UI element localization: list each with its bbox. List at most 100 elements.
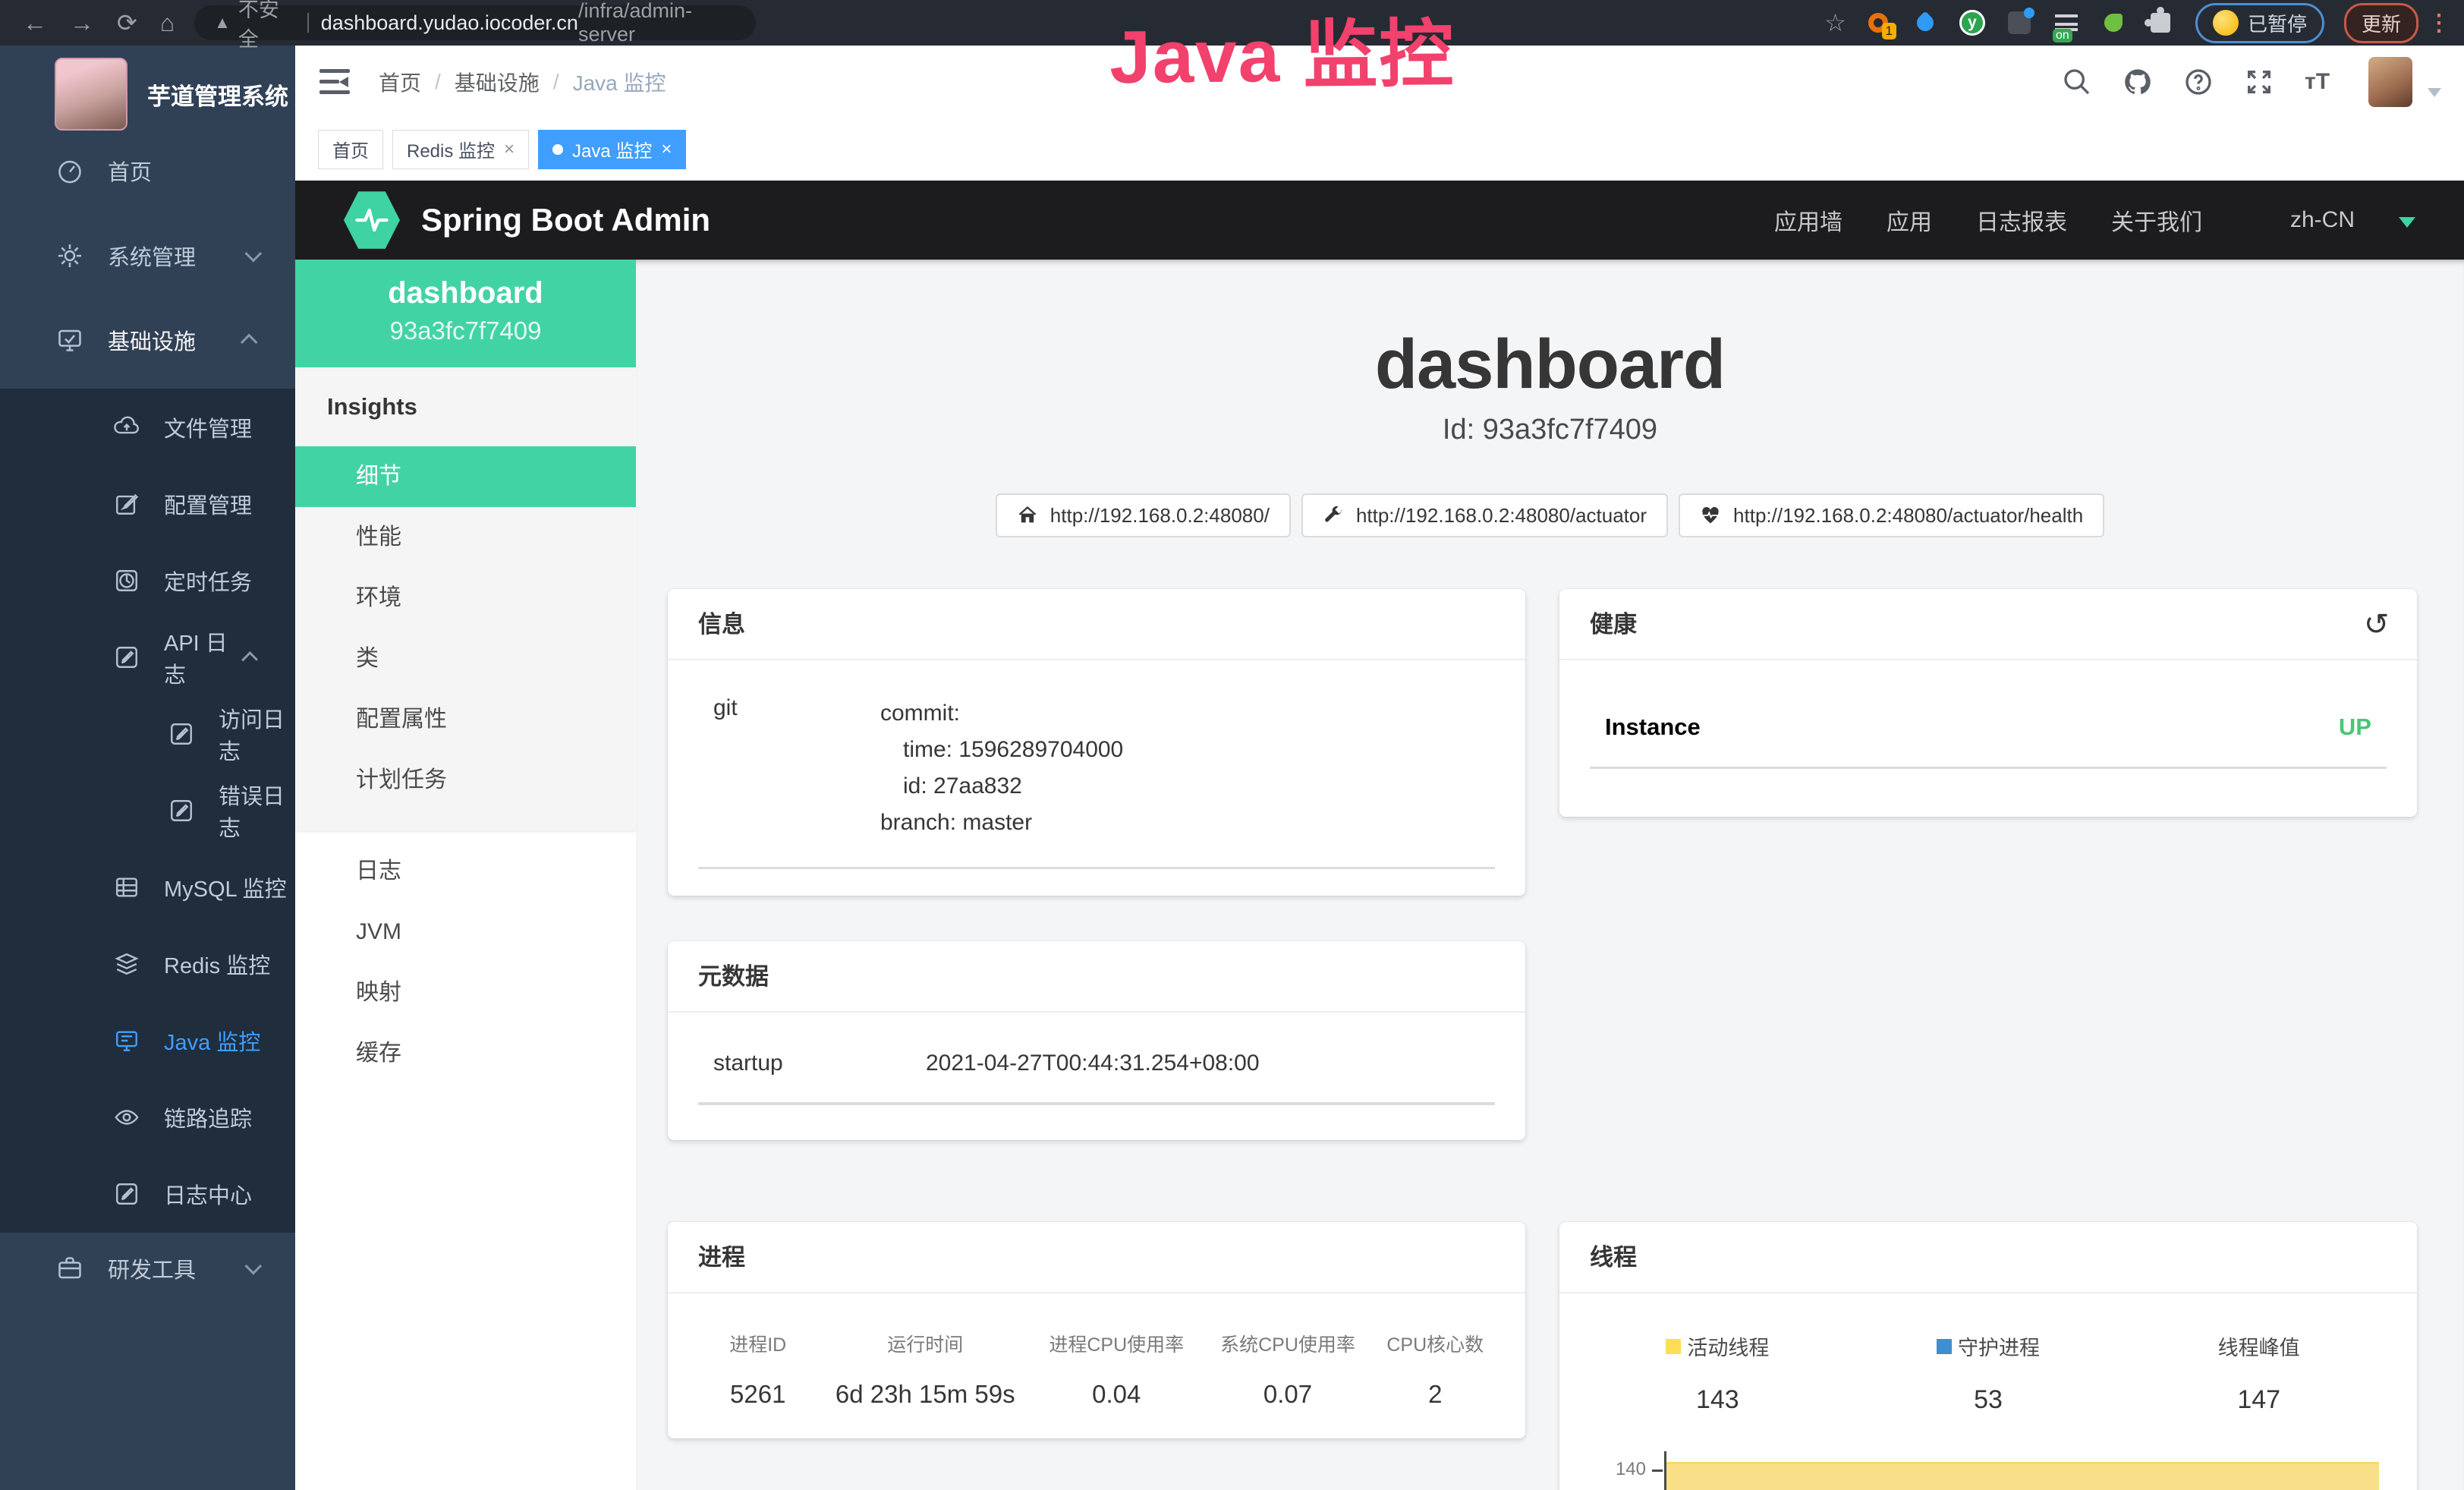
sidebar-item-redis[interactable]: Redis 监控	[0, 925, 295, 1002]
sidebar-item-devtools[interactable]: 研发工具	[0, 1237, 295, 1299]
sba-item-details[interactable]: 细节	[295, 446, 636, 507]
sidebar-item-home[interactable]: 首页	[0, 140, 295, 202]
instance-name: dashboard	[295, 276, 636, 310]
close-icon[interactable]: ×	[504, 139, 515, 160]
instance-header[interactable]: dashboard 93a3fc7f7409	[295, 260, 636, 367]
user-menu-caret-icon[interactable]	[2428, 88, 2441, 97]
metadata-card: 元数据 startup 2021-04-27T00:44:31.254+08:0…	[668, 941, 1525, 1140]
live-threads-value: 143	[1582, 1385, 1853, 1415]
gear-icon	[56, 242, 83, 269]
sidebar-item-infra[interactable]: 基础设施	[0, 309, 295, 371]
help-icon[interactable]	[2183, 67, 2214, 97]
sidebar-item-job[interactable]: 定时任务	[0, 542, 295, 619]
nav-applications[interactable]: 应用	[1887, 203, 1932, 237]
sba-item-configprops[interactable]: 配置属性	[295, 689, 636, 750]
sba-item-mappings[interactable]: 映射	[295, 962, 636, 1023]
sba-item-scheduled[interactable]: 计划任务	[295, 750, 636, 811]
info-card-title: 信息	[668, 589, 1525, 660]
close-icon[interactable]: ×	[661, 139, 672, 160]
back-icon[interactable]: ←	[23, 0, 47, 46]
browser-actions: ☆ 1 y on 已暂停 更新 ⋮	[1824, 0, 2450, 46]
sba-item-classes[interactable]: 类	[295, 628, 636, 689]
sidebar-item-trace[interactable]: 链路追踪	[0, 1079, 295, 1155]
sidebar-item-mysql[interactable]: MySQL 监控	[0, 849, 295, 925]
cloud-upload-icon	[114, 414, 140, 440]
extension-leaf-icon[interactable]	[2098, 8, 2129, 38]
update-button[interactable]: 更新	[2344, 3, 2418, 43]
tab-java[interactable]: Java 监控×	[538, 130, 686, 169]
divider	[307, 13, 309, 33]
sidebar-item-config[interactable]: 配置管理	[0, 465, 295, 542]
forward-icon[interactable]: →	[70, 0, 94, 46]
home-icon	[1017, 505, 1038, 526]
breadcrumb-home[interactable]: 首页	[379, 67, 421, 97]
layers-icon	[114, 951, 140, 977]
header-actions: ᴛT	[2031, 57, 2441, 107]
log-edit-icon	[168, 721, 194, 747]
screen: ← → ⟳ ⌂ ▲ 不安全 dashboard.yudao.iocoder.cn…	[0, 0, 2464, 1490]
collapse-sidebar-icon[interactable]	[319, 69, 350, 95]
process-card: 进程 进程ID5261 运行时间6d 23h 15m 59s 进程CPU使用率0…	[668, 1222, 1525, 1438]
github-icon[interactable]	[2123, 67, 2153, 97]
sidebar-item-java[interactable]: Java 监控	[0, 1002, 295, 1079]
service-url-button[interactable]: http://192.168.0.2:48080/	[996, 493, 1291, 537]
history-icon[interactable]: ↻	[2364, 589, 2390, 660]
sidebar-item-access-log[interactable]: 访问日志	[0, 695, 295, 772]
extension-colab-icon[interactable]: 1	[1863, 8, 1893, 38]
briefcase-icon	[56, 1255, 83, 1282]
sba-item-caches[interactable]: 缓存	[295, 1023, 636, 1084]
legend-swatch-daemon	[1937, 1339, 1952, 1354]
sidebar-item-api-log[interactable]: API 日志	[0, 619, 295, 695]
sba-item-jvm[interactable]: JVM	[295, 902, 636, 962]
url-host: dashboard.yudao.iocoder.cn	[321, 11, 578, 35]
extension-grid-icon[interactable]	[2004, 8, 2034, 38]
nav-wallboard[interactable]: 应用墙	[1774, 203, 1842, 237]
health-instance-label[interactable]: Instance	[1605, 713, 1701, 741]
address-bar[interactable]: ▲ 不安全 dashboard.yudao.iocoder.cn/infra/a…	[194, 5, 756, 40]
reload-icon[interactable]: ⟳	[117, 0, 137, 46]
actuator-url-button[interactable]: http://192.168.0.2:48080/actuator	[1301, 493, 1668, 537]
extension-pin-icon[interactable]	[1910, 8, 1940, 38]
divider	[698, 867, 1495, 869]
browser-menu-icon[interactable]: ⋮	[2428, 10, 2450, 36]
sba-item-metrics[interactable]: 性能	[295, 507, 636, 568]
nav-journal[interactable]: 日志报表	[1976, 203, 2067, 237]
sidebar-item-file[interactable]: 文件管理	[0, 389, 295, 465]
sba-item-logfile[interactable]: 日志	[295, 841, 636, 902]
sba-nav: 应用墙 应用 日志报表 关于我们 zh-CN	[1730, 203, 2415, 237]
breadcrumb-infra[interactable]: 基础设施	[455, 67, 540, 97]
extension-switch-icon[interactable]: on	[2051, 8, 2082, 38]
wrench-icon	[1323, 505, 1344, 526]
logo-row[interactable]: 芋道管理系统	[55, 58, 288, 131]
sidebar-item-log-center[interactable]: 日志中心	[0, 1155, 295, 1232]
health-url-button[interactable]: http://192.168.0.2:48080/actuator/health	[1679, 493, 2104, 537]
process-table: 进程ID5261 运行时间6d 23h 15m 59s 进程CPU使用率0.04…	[698, 1330, 1495, 1409]
tab-redis[interactable]: Redis 监控×	[392, 130, 529, 169]
language-select[interactable]: zh-CN	[2246, 207, 2415, 233]
insights-label: Insights	[295, 367, 636, 446]
fullscreen-icon[interactable]	[2244, 67, 2274, 97]
info-key: git	[698, 695, 880, 841]
metadata-key: startup	[698, 1051, 926, 1076]
user-avatar[interactable]	[2368, 57, 2412, 107]
tab-home[interactable]: 首页	[318, 130, 383, 169]
url-buttons: http://192.168.0.2:48080/ http://192.168…	[636, 493, 2464, 537]
warning-icon: ▲	[214, 13, 231, 33]
chevron-down-icon	[245, 1258, 263, 1275]
metadata-card-title: 元数据	[668, 941, 1525, 1013]
eye-icon	[114, 1104, 140, 1130]
extensions-puzzle-icon[interactable]	[2145, 8, 2176, 38]
sidebar-item-error-log[interactable]: 错误日志	[0, 772, 295, 849]
sidebar-item-system[interactable]: 系统管理	[0, 225, 295, 287]
url-path: /infra/admin-server	[578, 0, 736, 46]
sba-item-env[interactable]: 环境	[295, 568, 636, 628]
home-icon[interactable]: ⌂	[160, 0, 175, 46]
bookmark-star-icon[interactable]: ☆	[1824, 0, 1846, 46]
nav-about[interactable]: 关于我们	[2111, 203, 2202, 237]
info-value: commit: time: 1596289704000 id: 27aa832 …	[880, 695, 1123, 841]
search-icon[interactable]	[2062, 67, 2092, 97]
sba-brand[interactable]: Spring Boot Admin	[421, 202, 710, 238]
font-size-icon[interactable]: ᴛT	[2305, 67, 2335, 97]
extension-y-icon[interactable]: y	[1957, 8, 1987, 38]
paused-chip[interactable]: 已暂停	[2195, 3, 2324, 43]
